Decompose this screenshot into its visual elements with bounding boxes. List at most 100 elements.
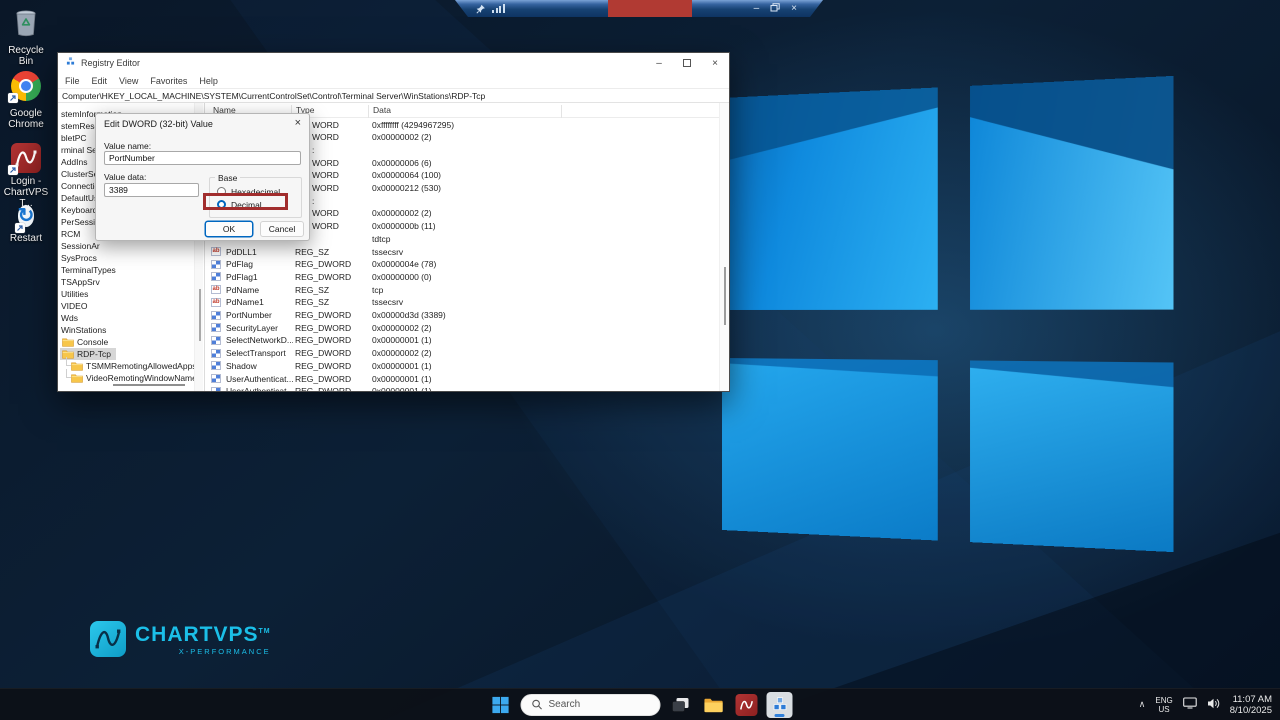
- value-data: tssecsrv: [372, 296, 403, 308]
- menu-file[interactable]: File: [59, 76, 86, 86]
- value-data: 0x00000001 (1): [372, 385, 432, 391]
- search-icon: [532, 699, 543, 710]
- volume-icon[interactable]: [1207, 696, 1220, 714]
- chartvps-app-button[interactable]: [734, 692, 760, 718]
- tree-item-label: VideoRemotingWindowName:: [86, 372, 194, 384]
- active-app-indicator: [775, 714, 785, 717]
- window-titlebar[interactable]: Registry Editor – ×: [58, 53, 729, 73]
- rdp-connection-bar: – ×: [455, 0, 823, 17]
- tree-item[interactable]: Wds: [58, 312, 194, 324]
- taskbar-search-box[interactable]: Search: [521, 694, 661, 716]
- registry-value-row[interactable]: abPdNameREG_SZtcp: [206, 284, 719, 297]
- window-maximize-button[interactable]: [673, 53, 701, 73]
- tree-item[interactable]: TSAppSrv: [58, 276, 194, 288]
- tree-item[interactable]: SessionAr: [58, 240, 194, 252]
- registry-value-row[interactable]: abPdDLL1REG_SZtssecsrv: [206, 246, 719, 259]
- annotation-highlight-box: [203, 193, 288, 210]
- value-type: REG_SZ: [295, 296, 329, 308]
- recycle-bin-icon: [11, 5, 41, 43]
- tray-chevron-icon[interactable]: ∧: [1139, 699, 1146, 710]
- registry-value-row[interactable]: SelectTransportREG_DWORD0x00000002 (2): [206, 347, 719, 360]
- language-indicator[interactable]: ENGUS: [1155, 696, 1172, 714]
- desktop-icon-label: Restart: [2, 233, 50, 244]
- column-separator[interactable]: [368, 105, 369, 118]
- registry-value-row[interactable]: SelectNetworkD...REG_DWORD0x00000001 (1): [206, 334, 719, 347]
- ok-button[interactable]: OK: [205, 221, 253, 237]
- menu-help[interactable]: Help: [193, 76, 224, 86]
- registry-editor-app-icon: [65, 54, 76, 72]
- value-type-fragment: :: [312, 144, 314, 156]
- desktop-icon-recycle-bin[interactable]: Recycle Bin: [2, 5, 50, 67]
- registry-value-row[interactable]: PdFlag1REG_DWORD0x00000000 (0): [206, 271, 719, 284]
- reg-dword-icon: [211, 387, 221, 391]
- menu-favorites[interactable]: Favorites: [144, 76, 193, 86]
- desktop-icon-login-chartvps[interactable]: Login - ChartVPS T...: [2, 143, 50, 209]
- dialog-close-icon[interactable]: ×: [295, 117, 301, 129]
- address-bar[interactable]: Computer\HKEY_LOCAL_MACHINE\SYSTEM\Curre…: [58, 88, 729, 103]
- window-close-button[interactable]: ×: [701, 53, 729, 73]
- clock[interactable]: 11:07 AM 8/10/2025: [1230, 694, 1272, 716]
- menu-edit[interactable]: Edit: [86, 76, 114, 86]
- tree-item[interactable]: TSMMRemotingAllowedApps: [58, 360, 194, 372]
- registry-value-row[interactable]: UserAuthenticat...REG_DWORD0x00000001 (1…: [206, 385, 719, 391]
- tree-item[interactable]: Utilities: [58, 288, 194, 300]
- value-data-field[interactable]: 3389: [104, 183, 199, 197]
- value-type-fragment: WORD: [312, 220, 339, 232]
- tree-item-label: Keyboard: [61, 204, 97, 216]
- scrollbar-thumb[interactable]: [724, 267, 726, 325]
- start-button[interactable]: [488, 692, 514, 718]
- value-data-label: Value data:: [104, 172, 146, 182]
- rdp-close-button[interactable]: ×: [791, 4, 797, 14]
- windows-logo-pane: [722, 358, 938, 541]
- value-type-fragment: WORD: [312, 182, 339, 194]
- chartvps-logo-icon: [90, 621, 126, 657]
- value-name-field[interactable]: PortNumber: [104, 151, 301, 165]
- value-name: PdFlag: [226, 258, 293, 270]
- tree-item[interactable]: VideoRemotingWindowName:: [58, 372, 194, 384]
- windows-logo-pane: [970, 76, 1173, 310]
- network-icon[interactable]: [1183, 696, 1197, 714]
- registry-value-row[interactable]: ShadowREG_DWORD0x00000001 (1): [206, 360, 719, 373]
- value-type: REG_DWORD: [295, 258, 351, 270]
- tree-horizontal-scrollbar[interactable]: [113, 384, 185, 386]
- chartvps-watermark: CHARTVPSTM X-PERFORMANCE: [90, 621, 271, 657]
- registry-value-row[interactable]: SecurityLayerREG_DWORD0x00000002 (2): [206, 322, 719, 335]
- menu-bar: File Edit View Favorites Help: [58, 73, 729, 88]
- menu-view[interactable]: View: [113, 76, 144, 86]
- tree-item[interactable]: TerminalTypes: [58, 264, 194, 276]
- column-header-data[interactable]: Data: [373, 105, 391, 115]
- rdp-restore-button[interactable]: [770, 3, 780, 15]
- task-view-button[interactable]: [668, 692, 694, 718]
- pin-icon[interactable]: [476, 4, 486, 14]
- tree-item[interactable]: WinStations: [58, 324, 194, 336]
- shortcut-arrow-icon: [8, 93, 18, 103]
- reg-dword-icon: [211, 361, 221, 370]
- registry-value-row[interactable]: UserAuthenticat...REG_DWORD0x00000001 (1…: [206, 373, 719, 386]
- window-minimize-button[interactable]: –: [645, 53, 673, 73]
- list-vertical-scrollbar[interactable]: [719, 103, 729, 391]
- shortcut-arrow-icon: [8, 165, 18, 175]
- registry-value-row[interactable]: PortNumberREG_DWORD0x00000d3d (3389): [206, 309, 719, 322]
- redacted-computer-name: [608, 0, 692, 17]
- tree-item[interactable]: Console: [58, 336, 194, 348]
- tree-item-label: Utilities: [61, 288, 88, 300]
- registry-value-row[interactable]: abPdName1REG_SZtssecsrv: [206, 296, 719, 309]
- tree-item[interactable]: SysProcs: [58, 252, 194, 264]
- column-separator[interactable]: [561, 105, 562, 118]
- desktop-icon-google-chrome[interactable]: Google Chrome: [2, 71, 50, 130]
- registry-value-row[interactable]: PdFlagREG_DWORD0x0000004e (78): [206, 258, 719, 271]
- registry-editor-taskbar-button[interactable]: [767, 692, 793, 718]
- value-data: tcp: [372, 284, 383, 296]
- reg-dword-icon: [211, 374, 221, 383]
- value-type-fragment: WORD: [312, 169, 339, 181]
- tree-item-label: PerSessio: [61, 216, 100, 228]
- tree-item[interactable]: RDP-Tcp: [58, 348, 194, 360]
- rdp-minimize-button[interactable]: –: [754, 4, 760, 14]
- cancel-button[interactable]: Cancel: [260, 221, 304, 237]
- file-explorer-button[interactable]: [701, 692, 727, 718]
- scrollbar-thumb[interactable]: [199, 289, 201, 341]
- watermark-tagline: X-PERFORMANCE: [135, 647, 271, 656]
- desktop-icon-restart[interactable]: ↻ Restart: [2, 202, 50, 244]
- desktop: Recycle Bin Google Chrome Login - ChartV…: [0, 0, 1280, 720]
- tree-item[interactable]: VIDEO: [58, 300, 194, 312]
